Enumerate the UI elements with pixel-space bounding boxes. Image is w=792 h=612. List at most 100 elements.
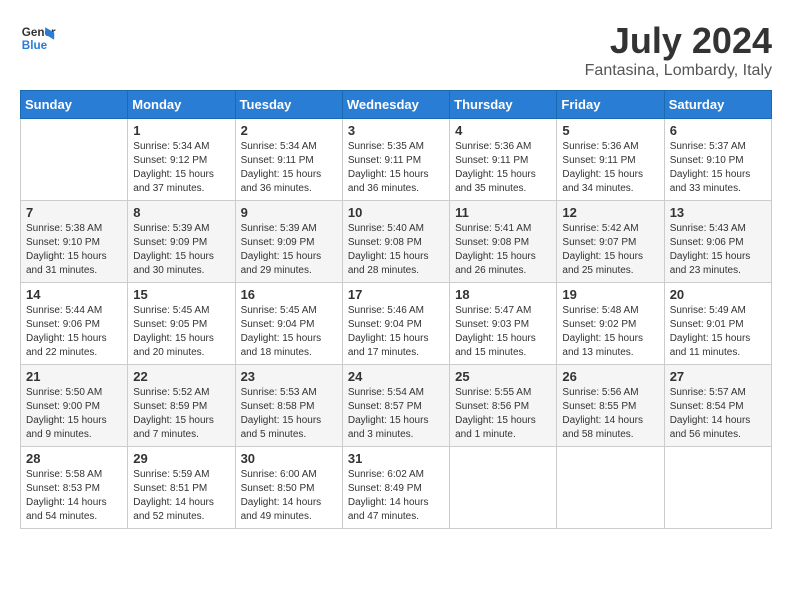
page-header: General Blue July 2024 Fantasina, Lombar… [20, 20, 772, 80]
calendar-day: 16 Sunrise: 5:45 AM Sunset: 9:04 PM Dayli… [235, 283, 342, 365]
day-number: 16 [241, 287, 337, 302]
day-info: Sunrise: 5:34 AM Sunset: 9:12 PM Dayligh… [133, 140, 229, 196]
calendar-day: 29 Sunrise: 5:59 AM Sunset: 8:51 PM Dayli… [128, 447, 235, 529]
day-info: Sunrise: 5:44 AM Sunset: 9:06 PM Dayligh… [26, 304, 122, 360]
day-info: Sunrise: 6:02 AM Sunset: 8:49 PM Dayligh… [348, 468, 444, 524]
logo: General Blue [20, 20, 56, 56]
day-number: 5 [562, 123, 658, 138]
day-number: 20 [670, 287, 766, 302]
calendar-day: 14Sunrise: 5:44 AM Sunset: 9:06 PM Dayli… [21, 283, 128, 365]
day-number: 22 [133, 369, 229, 384]
calendar-day: 23Sunrise: 5:53 AM Sunset: 8:58 PM Dayli… [235, 365, 342, 447]
calendar-table: SundayMondayTuesdayWednesdayThursdayFrid… [20, 90, 772, 529]
day-header-saturday: Saturday [664, 91, 771, 119]
day-number: 9 [241, 205, 337, 220]
day-info: Sunrise: 5:50 AM Sunset: 9:00 PM Dayligh… [26, 386, 122, 442]
month-title: July 2024 [585, 20, 772, 62]
calendar-day: 1 Sunrise: 5:34 AM Sunset: 9:12 PM Daylig… [128, 119, 235, 201]
day-header-wednesday: Wednesday [342, 91, 449, 119]
calendar-day: 13Sunrise: 5:43 AM Sunset: 9:06 PM Dayli… [664, 201, 771, 283]
day-info: Sunrise: 5:34 AM Sunset: 9:11 PM Dayligh… [241, 140, 337, 196]
day-number: 31 [348, 451, 444, 466]
calendar-week-3: 14Sunrise: 5:44 AM Sunset: 9:06 PM Dayli… [21, 283, 772, 365]
svg-text:Blue: Blue [22, 39, 48, 52]
day-info: Sunrise: 5:53 AM Sunset: 8:58 PM Dayligh… [241, 386, 337, 442]
calendar-week-1: 1 Sunrise: 5:34 AM Sunset: 9:12 PM Daylig… [21, 119, 772, 201]
day-info: Sunrise: 5:55 AM Sunset: 8:56 PM Dayligh… [455, 386, 551, 442]
day-number: 24 [348, 369, 444, 384]
calendar-day [664, 447, 771, 529]
day-info: Sunrise: 5:39 AM Sunset: 9:09 PM Dayligh… [241, 222, 337, 278]
location-title: Fantasina, Lombardy, Italy [585, 62, 772, 80]
day-number: 4 [455, 123, 551, 138]
calendar-day: 7 Sunrise: 5:38 AM Sunset: 9:10 PM Daylig… [21, 201, 128, 283]
day-header-sunday: Sunday [21, 91, 128, 119]
day-info: Sunrise: 5:58 AM Sunset: 8:53 PM Dayligh… [26, 468, 122, 524]
calendar-day: 19Sunrise: 5:48 AM Sunset: 9:02 PM Dayli… [557, 283, 664, 365]
calendar-day: 11Sunrise: 5:41 AM Sunset: 9:08 PM Dayli… [450, 201, 557, 283]
day-number: 27 [670, 369, 766, 384]
calendar-day [450, 447, 557, 529]
day-number: 13 [670, 205, 766, 220]
day-header-friday: Friday [557, 91, 664, 119]
calendar-day: 9 Sunrise: 5:39 AM Sunset: 9:09 PM Daylig… [235, 201, 342, 283]
calendar-day [21, 119, 128, 201]
day-number: 29 [133, 451, 229, 466]
day-info: Sunrise: 5:35 AM Sunset: 9:11 PM Dayligh… [348, 140, 444, 196]
calendar-day: 12Sunrise: 5:42 AM Sunset: 9:07 PM Dayli… [557, 201, 664, 283]
calendar-day: 18 Sunrise: 5:47 AM Sunset: 9:03 PM Dayli… [450, 283, 557, 365]
day-info: Sunrise: 5:47 AM Sunset: 9:03 PM Dayligh… [455, 304, 551, 360]
calendar-day: 22 Sunrise: 5:52 AM Sunset: 8:59 PM Dayli… [128, 365, 235, 447]
day-info: Sunrise: 5:52 AM Sunset: 8:59 PM Dayligh… [133, 386, 229, 442]
day-info: Sunrise: 5:46 AM Sunset: 9:04 PM Dayligh… [348, 304, 444, 360]
day-info: Sunrise: 5:54 AM Sunset: 8:57 PM Dayligh… [348, 386, 444, 442]
day-info: Sunrise: 5:49 AM Sunset: 9:01 PM Dayligh… [670, 304, 766, 360]
day-info: Sunrise: 5:45 AM Sunset: 9:04 PM Dayligh… [241, 304, 337, 360]
day-info: Sunrise: 5:57 AM Sunset: 8:54 PM Dayligh… [670, 386, 766, 442]
day-info: Sunrise: 5:42 AM Sunset: 9:07 PM Dayligh… [562, 222, 658, 278]
calendar-day: 27 Sunrise: 5:57 AM Sunset: 8:54 PM Dayli… [664, 365, 771, 447]
logo-icon: General Blue [20, 20, 56, 56]
calendar-day: 30 Sunrise: 6:00 AM Sunset: 8:50 PM Dayli… [235, 447, 342, 529]
day-info: Sunrise: 5:45 AM Sunset: 9:05 PM Dayligh… [133, 304, 229, 360]
day-number: 21 [26, 369, 122, 384]
day-number: 30 [241, 451, 337, 466]
day-info: Sunrise: 5:38 AM Sunset: 9:10 PM Dayligh… [26, 222, 122, 278]
calendar-day: 8 Sunrise: 5:39 AM Sunset: 9:09 PM Daylig… [128, 201, 235, 283]
day-number: 25 [455, 369, 551, 384]
day-number: 8 [133, 205, 229, 220]
calendar-day: 17Sunrise: 5:46 AM Sunset: 9:04 PM Dayli… [342, 283, 449, 365]
calendar-day: 31 Sunrise: 6:02 AM Sunset: 8:49 PM Dayli… [342, 447, 449, 529]
day-number: 3 [348, 123, 444, 138]
calendar-day: 20 Sunrise: 5:49 AM Sunset: 9:01 PM Dayli… [664, 283, 771, 365]
day-header-tuesday: Tuesday [235, 91, 342, 119]
day-header-thursday: Thursday [450, 91, 557, 119]
day-info: Sunrise: 6:00 AM Sunset: 8:50 PM Dayligh… [241, 468, 337, 524]
calendar-day: 21 Sunrise: 5:50 AM Sunset: 9:00 PM Dayli… [21, 365, 128, 447]
day-info: Sunrise: 5:39 AM Sunset: 9:09 PM Dayligh… [133, 222, 229, 278]
day-info: Sunrise: 5:36 AM Sunset: 9:11 PM Dayligh… [562, 140, 658, 196]
day-number: 7 [26, 205, 122, 220]
calendar-day: 2 Sunrise: 5:34 AM Sunset: 9:11 PM Daylig… [235, 119, 342, 201]
day-number: 26 [562, 369, 658, 384]
day-number: 18 [455, 287, 551, 302]
day-number: 15 [133, 287, 229, 302]
calendar-day: 5 Sunrise: 5:36 AM Sunset: 9:11 PM Daylig… [557, 119, 664, 201]
day-number: 11 [455, 205, 551, 220]
calendar-day: 25 Sunrise: 5:55 AM Sunset: 8:56 PM Dayli… [450, 365, 557, 447]
calendar-day: 28Sunrise: 5:58 AM Sunset: 8:53 PM Dayli… [21, 447, 128, 529]
calendar-day [557, 447, 664, 529]
day-number: 19 [562, 287, 658, 302]
calendar-day: 6Sunrise: 5:37 AM Sunset: 9:10 PM Daylig… [664, 119, 771, 201]
day-number: 1 [133, 123, 229, 138]
calendar-day: 15 Sunrise: 5:45 AM Sunset: 9:05 PM Dayli… [128, 283, 235, 365]
title-block: July 2024 Fantasina, Lombardy, Italy [585, 20, 772, 80]
day-number: 10 [348, 205, 444, 220]
day-header-monday: Monday [128, 91, 235, 119]
calendar-week-4: 21 Sunrise: 5:50 AM Sunset: 9:00 PM Dayli… [21, 365, 772, 447]
day-info: Sunrise: 5:37 AM Sunset: 9:10 PM Dayligh… [670, 140, 766, 196]
day-number: 2 [241, 123, 337, 138]
calendar-day: 26Sunrise: 5:56 AM Sunset: 8:55 PM Dayli… [557, 365, 664, 447]
calendar-day: 4Sunrise: 5:36 AM Sunset: 9:11 PM Daylig… [450, 119, 557, 201]
day-info: Sunrise: 5:59 AM Sunset: 8:51 PM Dayligh… [133, 468, 229, 524]
